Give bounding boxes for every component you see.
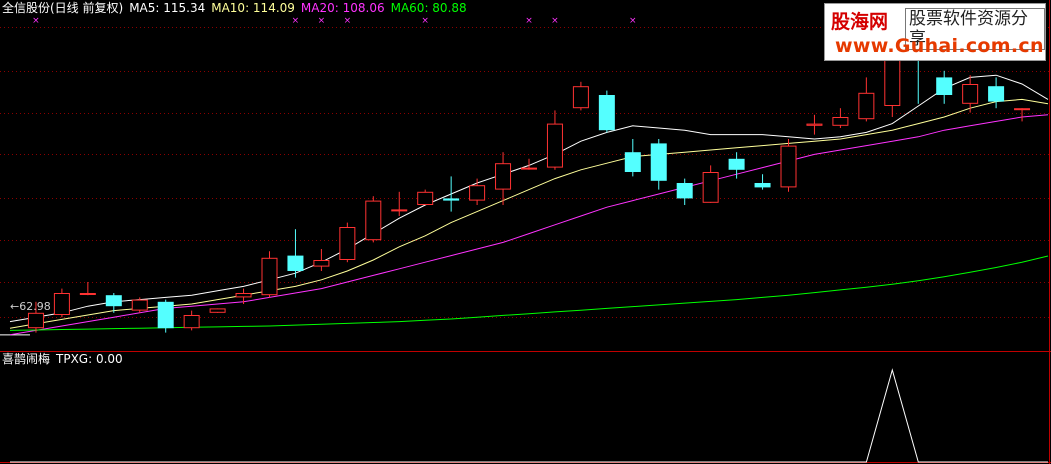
candle-up-body [495,163,512,190]
candle-up-body [391,209,408,212]
candle-up-body [858,92,875,120]
low-price-value: 62.98 [19,300,51,313]
ma5-label: MA5: 115.34 [129,1,206,15]
candle-down-body [754,183,771,188]
signal-marker: × [551,16,559,26]
ma20-label: MA20: 108.06 [300,1,385,15]
watermark-logo: 股海网 股票软件资源分享 www.Guhai.com.cn [824,3,1046,61]
candle-down-body [157,301,174,329]
indicator-name: 喜鹊闹梅 [2,352,51,366]
signal-marker: × [344,16,352,26]
candle-up-body [339,227,356,260]
candle-down-body [598,95,615,131]
candle-down-body [443,198,460,201]
candle-up-body [1014,108,1031,111]
candle-down-body [287,255,304,271]
candle-down-body [650,143,667,181]
signal-marker: × [629,16,637,26]
candle-up-body [962,84,979,104]
signal-marker: × [292,16,300,26]
candle-up-body [546,123,563,168]
candle-up-body [27,312,44,329]
candle-up-body [131,299,148,311]
signal-marker: × [525,16,533,26]
stock-title: 全信股份(日线 前复权) [2,1,124,15]
candle-down-body [728,158,745,170]
chart-header: 全信股份(日线 前复权) MA5: 115.34 MA10: 114.09 MA20:… [2,1,473,16]
ma60-label: MA60: 80.88 [390,1,467,15]
candle-up-body [209,308,226,313]
candle-up-body [702,172,719,203]
candle-down-body [988,86,1005,102]
candle-up-body [261,257,278,296]
indicator-value: TPXG: 0.00 [56,352,123,366]
candle-up-body [313,260,330,267]
candle-up-body [235,293,252,298]
ma10-line [9,98,1049,329]
candle-down-body [936,77,953,95]
candle-up-body [417,191,434,206]
low-arrow-icon: ← [10,300,20,313]
candle-down-body [676,183,693,199]
signal-marker: × [318,16,326,26]
candle-up-body [469,185,486,201]
candle-up-body [780,145,797,188]
candle-down-body [105,295,122,307]
candle-up-body [79,293,96,295]
candle-up-body [521,167,537,170]
candle-up-body [832,117,849,126]
candle-down-body [624,152,641,172]
signal-marker: × [32,16,40,26]
tpxg-line [10,368,1048,463]
watermark-brand: 股海网 [831,11,889,33]
low-price-label: ←62.98 [10,300,51,313]
candle-up-body [53,293,70,315]
ma10-label: MA10: 114.09 [211,1,295,15]
signal-marker: × [421,16,429,26]
watermark-url: www.Guhai.com.cn [835,35,1044,57]
candle-up-body [572,86,589,109]
candlestick-chart: × × × × × × × × [0,0,1051,464]
candle-up-body [806,123,823,126]
candle-up-body [365,200,382,241]
indicator-header: 喜鹊闹梅 TPXG: 0.00 [2,352,129,367]
candle-up-body [183,315,200,329]
